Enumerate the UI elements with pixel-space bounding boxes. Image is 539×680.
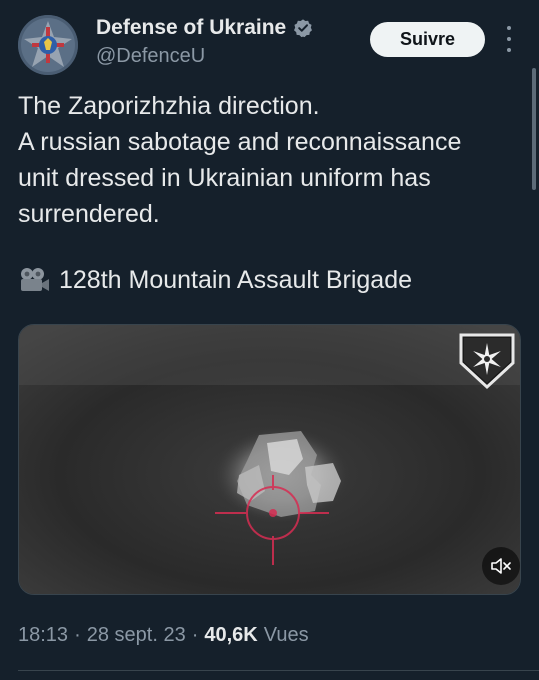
verified-badge-icon[interactable] <box>293 18 313 38</box>
tweet-header: Defense of Ukraine @DefenceU Suivre <box>0 0 539 90</box>
separator: · <box>191 624 199 646</box>
handle[interactable]: @DefenceU <box>96 45 205 68</box>
brigade-name: 128th Mountain Assault Brigade <box>59 266 413 294</box>
tweet-date[interactable]: 28 sept. 23 <box>87 624 186 647</box>
video-thumbnail[interactable] <box>19 325 521 595</box>
ministry-emblem-icon <box>18 15 78 75</box>
tweet-time[interactable]: 18:13 <box>18 624 68 647</box>
scrollbar[interactable] <box>532 68 536 190</box>
views-count[interactable]: 40,6K <box>204 624 257 647</box>
video-player[interactable] <box>18 324 521 595</box>
views-label: Vues <box>263 624 309 646</box>
separator: · <box>74 624 81 646</box>
movie-camera-icon <box>21 268 49 291</box>
avatar[interactable] <box>18 15 78 75</box>
more-options-icon[interactable] <box>500 26 518 52</box>
tweet-line: A russian sabotage and reconnaissance <box>18 128 462 156</box>
follow-button[interactable]: Suivre <box>370 22 485 57</box>
speaker-muted-icon <box>491 558 511 574</box>
mute-button[interactable] <box>482 547 520 585</box>
tweet-line: The Zaporizhzhia direction. <box>18 92 320 120</box>
tweet-line: surrendered. <box>18 200 160 228</box>
tweet-meta: 18:13 · 28 sept. 23 · 40,6K Vues <box>18 624 309 647</box>
tweet-text: The Zaporizhzhia direction. A russian sa… <box>18 88 523 232</box>
tweet-line: unit dressed in Ukrainian uniform has <box>18 164 431 192</box>
display-name[interactable]: Defense of Ukraine <box>96 16 286 40</box>
divider <box>18 670 539 671</box>
